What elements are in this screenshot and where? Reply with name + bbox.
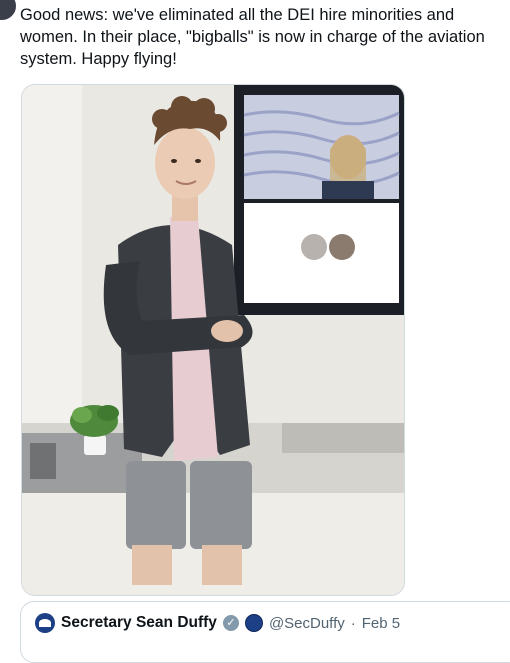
verified-badge-icon: ✓	[222, 615, 239, 631]
quoted-tweet[interactable]: Secretary Sean Duffy ✓ @SecDuffy · Feb 5	[20, 601, 510, 663]
quoted-tweet-header: Secretary Sean Duffy ✓ @SecDuffy · Feb 5	[35, 613, 400, 633]
affiliation-seal-icon[interactable]	[244, 614, 263, 632]
tweet-photo[interactable]	[21, 84, 405, 596]
quoted-author-name[interactable]: Secretary Sean Duffy	[61, 614, 217, 632]
author-avatar[interactable]	[0, 0, 18, 22]
tweet-text: Good news: we've eliminated all the DEI …	[20, 6, 490, 68]
quoted-author-handle[interactable]: @SecDuffy	[269, 615, 345, 632]
separator-dot: ·	[350, 614, 356, 632]
quoted-tweet-date[interactable]: Feb 5	[362, 615, 400, 632]
avatar-icon[interactable]	[35, 613, 55, 633]
